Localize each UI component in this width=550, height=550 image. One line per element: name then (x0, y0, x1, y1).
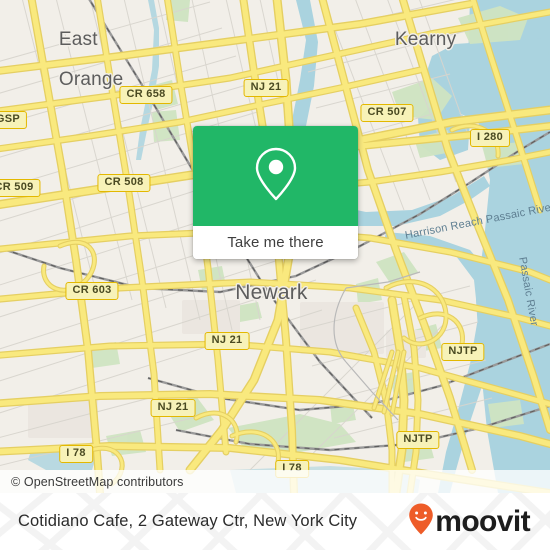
route-shield-nj-21-mid: NJ 21 (204, 332, 250, 350)
route-shield-cr-603: CR 603 (65, 282, 119, 300)
route-shield-nj-21-north: NJ 21 (243, 79, 289, 97)
card-cta-area: Take me there (193, 226, 358, 259)
take-me-there-button[interactable]: Take me there (227, 234, 323, 251)
route-shield-i-280: I 280 (470, 129, 510, 147)
osm-attribution-text[interactable]: © OpenStreetMap contributors (0, 475, 184, 489)
poi-address-title: Cotidiano Cafe, 2 Gateway Ctr, New York … (18, 512, 358, 530)
moovit-map-share-card: East Orange Kearny Newark Harrison Reach… (0, 0, 550, 550)
route-shield-cr-507: CR 507 (360, 104, 414, 122)
route-shield-cr-508: CR 508 (97, 174, 151, 192)
map-label-newark: Newark (235, 281, 308, 305)
footer-bar: Cotidiano Cafe, 2 Gateway Ctr, New York … (0, 493, 550, 550)
moovit-logo[interactable]: moovit (408, 502, 536, 541)
map-label-kearny: Kearny (394, 28, 457, 50)
take-me-there-card[interactable]: Take me there (193, 126, 358, 259)
route-shield-cr-509: CR 509 (0, 179, 41, 197)
moovit-wordmark: moovit (435, 504, 530, 538)
osm-attribution-bar: © OpenStreetMap contributors (0, 470, 550, 493)
route-shield-njtp-upper: NJTP (441, 343, 485, 361)
route-shield-i-78-west: I 78 (59, 445, 93, 463)
moovit-smiley-pin-icon (408, 502, 434, 541)
map-label-east-orange: East Orange (58, 28, 124, 90)
route-shield-cr-658: CR 658 (119, 86, 173, 104)
card-pin-area (193, 126, 358, 226)
route-shield-gsp: GSP (0, 111, 28, 129)
route-shield-njtp-lower: NJTP (396, 431, 440, 449)
location-pin-icon (252, 145, 300, 208)
route-shield-nj-21-south: NJ 21 (150, 399, 196, 417)
